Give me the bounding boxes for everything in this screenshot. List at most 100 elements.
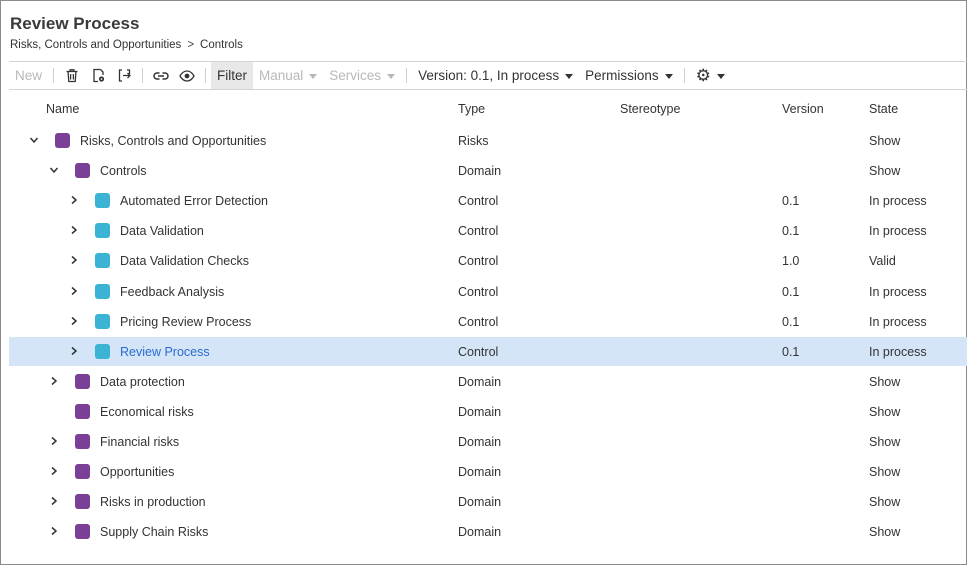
row-name: Risks, Controls and Opportunities bbox=[80, 134, 267, 148]
chevron-right-icon[interactable] bbox=[67, 253, 81, 267]
chevron-right-icon[interactable] bbox=[47, 434, 61, 448]
row-state: Show bbox=[869, 525, 901, 539]
breadcrumb: Risks, Controls and Opportunities > Cont… bbox=[10, 39, 243, 51]
page-title: Review Process bbox=[10, 14, 140, 33]
table-row[interactable]: Data protection Domain Show bbox=[9, 367, 967, 396]
table-row[interactable]: Data Validation Checks Control 1.0 Valid bbox=[9, 246, 967, 275]
row-version: 0.1 bbox=[782, 224, 800, 238]
eye-icon[interactable] bbox=[174, 62, 200, 89]
table-row-selected[interactable]: Review Process Control 0.1 In process bbox=[9, 337, 967, 366]
row-type: Risks bbox=[458, 134, 489, 148]
document-settings-icon[interactable] bbox=[85, 62, 111, 89]
column-header-version[interactable]: Version bbox=[782, 102, 824, 116]
row-version: 0.1 bbox=[782, 315, 800, 329]
domain-type-icon bbox=[75, 524, 90, 539]
chevron-right-icon[interactable] bbox=[67, 284, 81, 298]
chevron-right-icon[interactable] bbox=[47, 494, 61, 508]
control-type-icon bbox=[95, 284, 110, 299]
chevron-down-icon bbox=[309, 74, 318, 79]
row-name: Controls bbox=[100, 164, 147, 178]
permissions-label: Permissions bbox=[585, 68, 659, 83]
toolbar-divider bbox=[205, 68, 207, 83]
row-name: Opportunities bbox=[100, 465, 175, 479]
link-icon[interactable] bbox=[148, 62, 174, 89]
chevron-down-icon bbox=[565, 74, 574, 79]
row-state: In process bbox=[869, 315, 927, 329]
table-row[interactable]: Automated Error Detection Control 0.1 In pr… bbox=[9, 186, 967, 215]
chevron-right-icon[interactable] bbox=[67, 314, 81, 328]
column-header-stereotype[interactable]: Stereotype bbox=[620, 102, 680, 116]
trash-icon[interactable] bbox=[59, 62, 85, 89]
manual-dropdown[interactable]: Manual bbox=[253, 62, 323, 89]
row-type: Control bbox=[458, 285, 499, 299]
breadcrumb-item-root[interactable]: Risks, Controls and Opportunities bbox=[10, 39, 181, 51]
row-state: Show bbox=[869, 134, 901, 148]
table-row[interactable]: Economical risks Domain Show bbox=[9, 397, 967, 426]
row-name: Feedback Analysis bbox=[120, 285, 225, 299]
domain-type-icon bbox=[75, 404, 90, 419]
column-header-type[interactable]: Type bbox=[458, 102, 485, 116]
manual-label: Manual bbox=[259, 68, 304, 83]
table-row[interactable]: Risks in production Domain Show bbox=[9, 487, 967, 516]
table-row[interactable]: Feedback Analysis Control 0.1 In process bbox=[9, 277, 967, 306]
row-version: 0.1 bbox=[782, 194, 800, 208]
version-label: Version: 0.1, In process bbox=[418, 68, 560, 83]
row-state: Show bbox=[869, 435, 901, 449]
services-dropdown[interactable]: Services bbox=[323, 62, 401, 89]
row-state: Show bbox=[869, 495, 901, 509]
control-type-icon bbox=[95, 193, 110, 208]
breadcrumb-item-current[interactable]: Controls bbox=[200, 39, 243, 51]
settings-dropdown[interactable]: ⚙ bbox=[690, 62, 731, 89]
table-header: Name Type Stereotype Version State bbox=[9, 99, 967, 119]
chevron-right-icon[interactable] bbox=[47, 524, 61, 538]
row-state: In process bbox=[869, 194, 927, 208]
row-name: Pricing Review Process bbox=[120, 315, 252, 329]
toolbar-divider bbox=[406, 68, 408, 83]
chevron-right-icon[interactable] bbox=[67, 223, 81, 237]
services-label: Services bbox=[329, 68, 382, 83]
domain-type-icon bbox=[75, 374, 90, 389]
row-name: Economical risks bbox=[100, 405, 194, 419]
row-name: Financial risks bbox=[100, 435, 180, 449]
table-row[interactable]: Supply Chain Risks Domain Show bbox=[9, 517, 967, 546]
table-row[interactable]: Opportunities Domain Show bbox=[9, 457, 967, 486]
table-row[interactable]: Financial risks Domain Show bbox=[9, 427, 967, 456]
chevron-right-icon[interactable] bbox=[47, 374, 61, 388]
row-name: Review Process bbox=[120, 345, 210, 359]
filter-button[interactable]: Filter bbox=[211, 62, 254, 89]
table-row[interactable]: Risks, Controls and Opportunities Risks Sh… bbox=[9, 126, 967, 155]
toolbar-divider bbox=[142, 68, 144, 83]
chevron-down-icon bbox=[664, 74, 673, 79]
table-row[interactable]: Data Validation Control 0.1 In process bbox=[9, 216, 967, 245]
column-header-state[interactable]: State bbox=[869, 102, 898, 116]
table-row[interactable]: Pricing Review Process Control 0.1 In proce… bbox=[9, 307, 967, 336]
table-row[interactable]: Controls Domain Show bbox=[9, 156, 967, 185]
toolbar-divider bbox=[683, 68, 685, 83]
row-name: Supply Chain Risks bbox=[100, 525, 209, 539]
row-state: Show bbox=[869, 465, 901, 479]
row-state: Valid bbox=[869, 254, 896, 268]
row-type: Control bbox=[458, 194, 499, 208]
row-name: Data Validation Checks bbox=[120, 254, 250, 268]
column-header-name[interactable]: Name bbox=[46, 102, 79, 116]
row-type: Domain bbox=[458, 375, 502, 389]
row-type: Control bbox=[458, 224, 499, 238]
row-type: Control bbox=[458, 254, 499, 268]
chevron-down-icon[interactable] bbox=[47, 163, 61, 177]
permissions-dropdown[interactable]: Permissions bbox=[579, 62, 679, 89]
domain-type-icon bbox=[55, 133, 70, 148]
row-version: 0.1 bbox=[782, 285, 800, 299]
version-dropdown[interactable]: Version: 0.1, In process bbox=[412, 62, 579, 89]
domain-type-icon bbox=[75, 464, 90, 479]
new-button[interactable]: New bbox=[9, 62, 48, 89]
row-type: Control bbox=[458, 315, 499, 329]
chevron-right-icon[interactable] bbox=[67, 193, 81, 207]
chevron-down-icon[interactable] bbox=[27, 133, 41, 147]
row-type: Domain bbox=[458, 495, 502, 509]
chevron-right-icon[interactable] bbox=[47, 464, 61, 478]
chevron-down-icon bbox=[716, 74, 725, 79]
chevron-right-icon[interactable] bbox=[67, 344, 81, 358]
move-icon[interactable] bbox=[111, 62, 137, 89]
row-type: Control bbox=[458, 345, 499, 359]
row-type: Domain bbox=[458, 525, 502, 539]
